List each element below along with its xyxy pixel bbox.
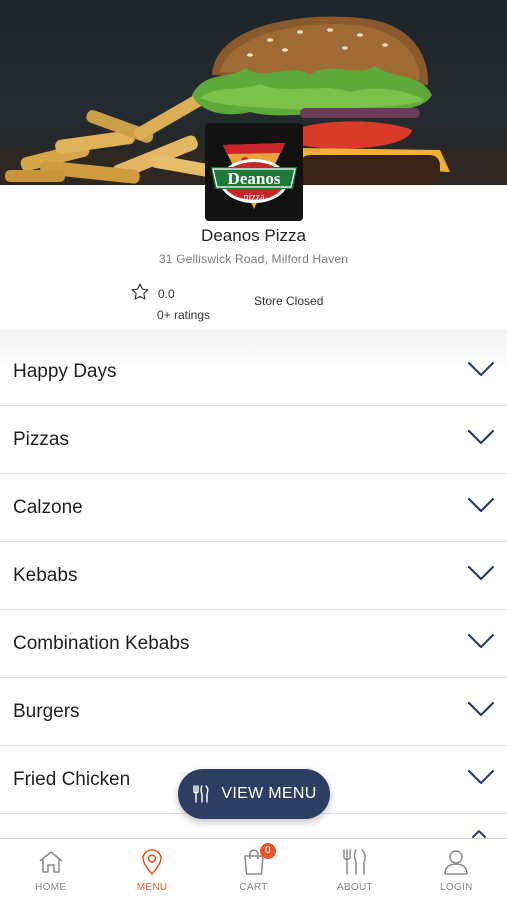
nav-label: HOME <box>35 882 67 893</box>
logo-text-sub: pizza <box>243 192 265 203</box>
category-label: Burgers <box>13 700 80 722</box>
category-label: Kebabs <box>13 564 78 586</box>
category-label: Pizzas <box>13 428 69 450</box>
view-menu-label: VIEW MENU <box>221 785 317 802</box>
category-kebabs[interactable]: Kebabs <box>0 542 507 610</box>
store-address: 31 Gelliswick Road, Milford Haven <box>158 252 349 266</box>
category-happy-days[interactable]: Happy Days <box>0 338 507 406</box>
chevron-down-icon[interactable] <box>467 768 495 786</box>
category-label: Combination Kebabs <box>13 632 190 654</box>
chevron-down-icon[interactable] <box>467 564 495 582</box>
home-icon <box>39 851 63 873</box>
nav-home[interactable]: HOME <box>0 839 101 900</box>
chevron-down-icon[interactable] <box>467 700 495 718</box>
store-status: Store Closed <box>254 294 324 308</box>
nav-label: ABOUT <box>336 882 373 893</box>
chevron-down-icon[interactable] <box>467 632 495 650</box>
category-combination-kebabs[interactable]: Combination Kebabs <box>0 610 507 678</box>
nav-menu[interactable]: MENU <box>101 839 202 900</box>
chevron-down-icon[interactable] <box>467 496 495 514</box>
chevron-down-icon[interactable] <box>467 428 495 446</box>
nav-label: LOGIN <box>440 882 473 893</box>
nav-label: MENU <box>136 882 168 893</box>
category-pizzas[interactable]: Pizzas <box>0 406 507 474</box>
star-icon <box>131 283 149 300</box>
user-icon <box>444 850 469 875</box>
bottom-navigation: HOME MENU 0 CART ABOUT LOGIN <box>0 838 507 900</box>
category-calzone[interactable]: Calzone <box>0 474 507 542</box>
category-label: Calzone <box>13 496 83 518</box>
rating-value: 0.0 <box>158 287 175 301</box>
category-label: Fried Chicken <box>13 768 131 790</box>
cart-badge: 0 <box>259 843 276 859</box>
menu-category-list: Happy Days Pizzas Calzone Kebabs Combina… <box>0 338 507 814</box>
rating-count: 0+ ratings <box>157 308 211 322</box>
cutlery-icon <box>343 849 366 875</box>
logo-text-main: Deanos <box>228 169 281 188</box>
store-logo: Deanos pizza <box>205 123 303 221</box>
view-menu-button[interactable]: VIEW MENU <box>178 769 330 819</box>
category-burgers[interactable]: Burgers <box>0 678 507 746</box>
nav-label: CART <box>239 882 268 893</box>
store-name: Deanos Pizza <box>201 226 306 245</box>
nav-about[interactable]: ABOUT <box>304 839 405 900</box>
nav-login[interactable]: LOGIN <box>406 839 507 900</box>
chevron-down-icon[interactable] <box>467 360 495 378</box>
cutlery-icon <box>193 785 209 803</box>
nav-cart[interactable]: 0 CART <box>203 839 304 900</box>
category-label: Happy Days <box>13 360 117 382</box>
location-pin-icon <box>142 849 162 876</box>
chevron-up-icon[interactable] <box>471 828 487 838</box>
